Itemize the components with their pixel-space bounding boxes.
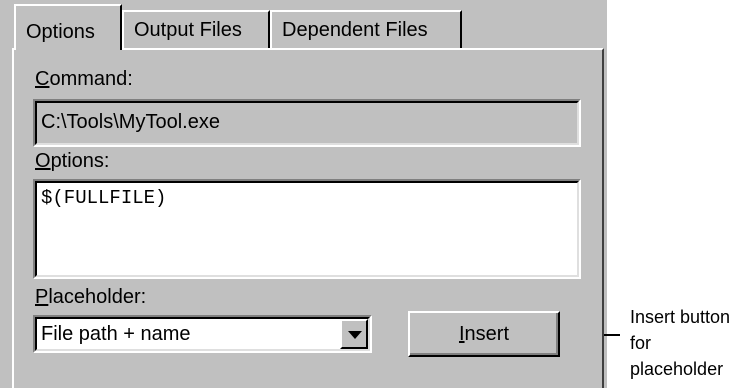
tab-output-files[interactable]: Output Files [122, 10, 270, 48]
options-textarea[interactable]: $(FULLFILE) [33, 179, 581, 279]
command-label-mnemonic: C [35, 68, 50, 90]
options-label: Options: [35, 150, 110, 173]
options-label-mnemonic: O [35, 150, 51, 172]
placeholder-label-text: laceholder: [48, 286, 147, 308]
callout-annotation: Insert button for placeholder [630, 304, 751, 382]
placeholder-selected-value: File path + name [41, 323, 191, 345]
command-value: C:\Tools\MyTool.exe [41, 111, 220, 133]
callout-line-1: Insert button [630, 307, 731, 327]
placeholder-select[interactable]: File path + name [33, 315, 372, 353]
options-value: $(FULLFILE) [41, 187, 167, 209]
command-field[interactable]: C:\Tools\MyTool.exe [33, 99, 581, 147]
options-label-text: ptions: [50, 150, 110, 172]
chevron-down-icon[interactable] [340, 319, 368, 349]
command-label: Command: [35, 68, 133, 91]
insert-button-label: nsert [464, 323, 510, 345]
placeholder-label-mnemonic: P [35, 286, 49, 308]
callout-line-2: for [630, 333, 652, 353]
placeholder-label: Placeholder: [35, 286, 146, 309]
insert-button-mnemonic: I [458, 323, 465, 345]
dialog: Options Output Files Dependent Files Com… [0, 0, 607, 388]
callout-line-3: placeholder [630, 359, 724, 379]
command-label-text: ommand: [49, 68, 133, 90]
tab-dependent-files[interactable]: Dependent Files [270, 10, 462, 48]
insert-button[interactable]: Insert [408, 311, 560, 357]
tab-options[interactable]: Options [14, 4, 122, 50]
